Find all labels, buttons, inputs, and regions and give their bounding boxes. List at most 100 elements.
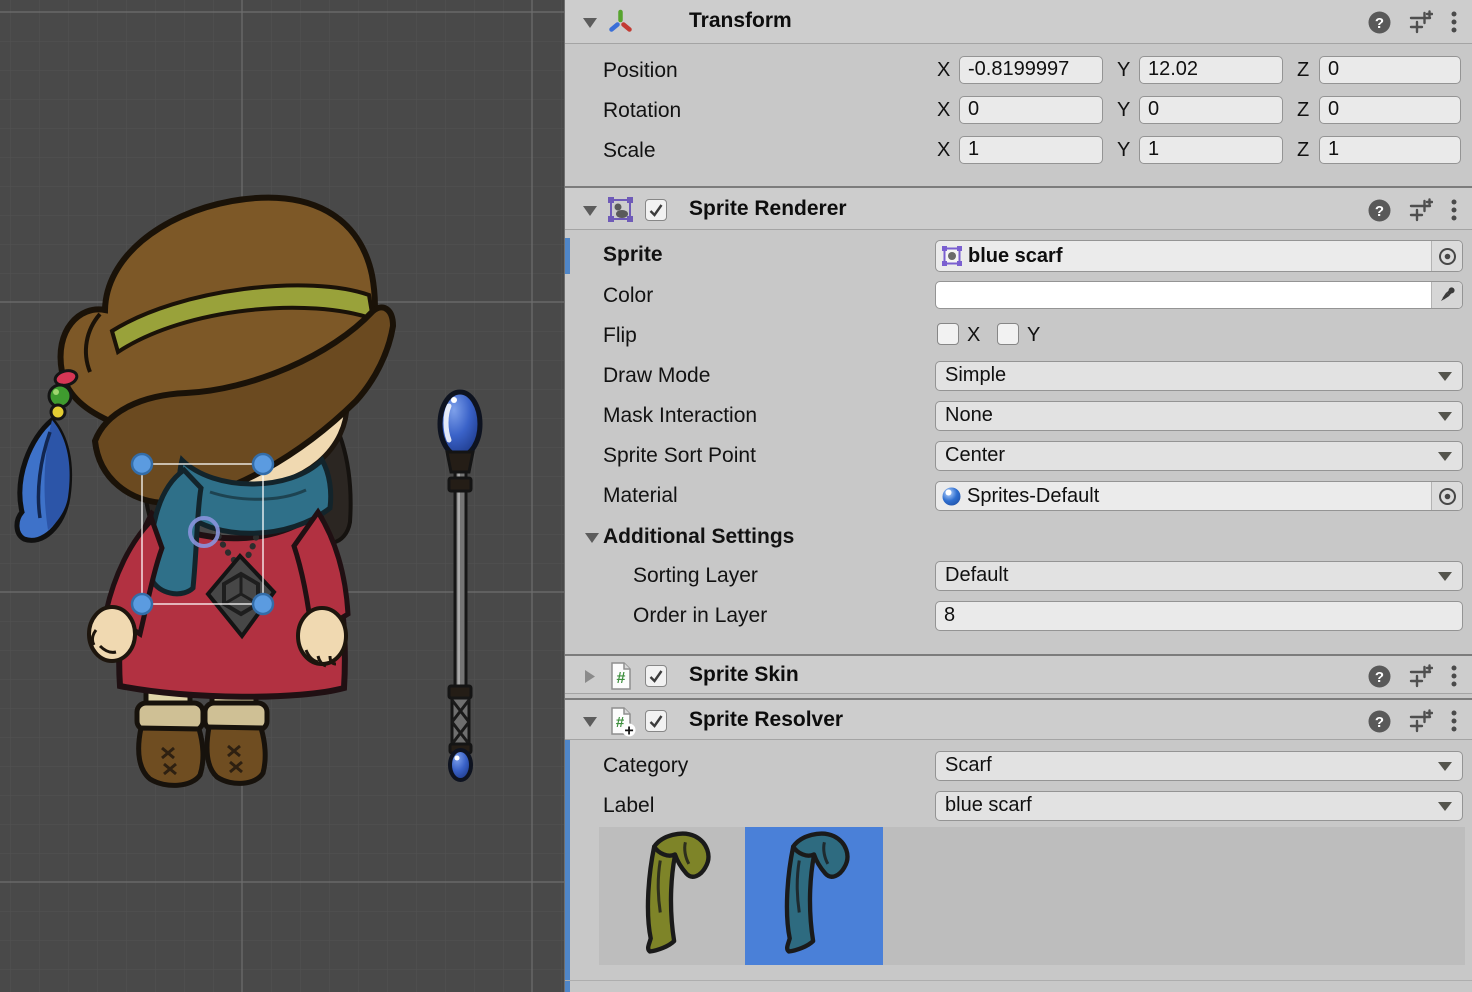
sprite-sort-point-dropdown[interactable]: Center	[935, 441, 1463, 471]
sprite-object-field[interactable]: blue scarf	[935, 240, 1463, 272]
sprite-skin-header[interactable]: # Sprite Skin ?	[565, 654, 1472, 694]
selection-handle-top-left[interactable]	[132, 454, 152, 474]
axis-x-label: X	[937, 136, 950, 164]
foldout-open-icon[interactable]	[582, 204, 598, 217]
label-dropdown[interactable]: blue scarf	[935, 791, 1463, 821]
label-label: Label	[603, 791, 654, 821]
mask-interaction-dropdown[interactable]: None	[935, 401, 1463, 431]
chevron-down-icon	[1438, 412, 1452, 421]
svg-text:?: ?	[1375, 669, 1384, 686]
position-row: Position X -0.8199997 Y 12.02 Z 0	[565, 56, 1472, 84]
transform-title: Transform	[689, 9, 792, 33]
sprite-skin-enabled-checkbox[interactable]	[645, 665, 667, 687]
sprite-resolver-enabled-checkbox[interactable]	[645, 710, 667, 732]
sprite-label: Sprite	[603, 240, 663, 270]
foldout-open-icon[interactable]	[584, 531, 600, 544]
sprite-variant-green-scarf[interactable]	[611, 829, 739, 963]
material-value: Sprites-Default	[967, 485, 1099, 508]
transform-header[interactable]: Transform ?	[565, 0, 1472, 44]
additional-settings-label: Additional Settings	[603, 524, 794, 550]
blue-scarf-thumbnail	[764, 831, 864, 961]
selection-handle-top-right[interactable]	[253, 454, 273, 474]
sprite-row: Sprite blue scarf	[565, 240, 1472, 272]
unity-editor-window: Transform ? Position X -0.8199997 Y 12.0…	[0, 0, 1472, 992]
rotation-z-field[interactable]: 0	[1319, 96, 1461, 124]
sprite-renderer-title: Sprite Renderer	[689, 197, 847, 221]
help-icon[interactable]: ?	[1367, 198, 1392, 223]
sprite-resolver-header[interactable]: # + Sprite Resolver ?	[565, 698, 1472, 740]
override-indicator-bar	[565, 698, 570, 992]
presets-icon[interactable]	[1409, 664, 1433, 688]
category-dropdown[interactable]: Scarf	[935, 751, 1463, 781]
flip-x-label: X	[967, 321, 980, 349]
sprite-skin-title: Sprite Skin	[689, 663, 799, 687]
material-object-field[interactable]: Sprites-Default	[935, 481, 1463, 511]
scale-label: Scale	[603, 136, 656, 166]
scale-x-field[interactable]: 1	[959, 136, 1103, 164]
presets-icon[interactable]	[1409, 709, 1433, 733]
component-end-divider	[565, 980, 1472, 981]
draw-mode-dropdown[interactable]: Simple	[935, 361, 1463, 391]
object-picker-button[interactable]	[1431, 482, 1462, 510]
scene-canvas	[0, 0, 564, 992]
draw-mode-row: Draw Mode Simple	[565, 361, 1472, 391]
flip-x-checkbox[interactable]	[937, 323, 959, 345]
object-picker-button[interactable]	[1431, 241, 1462, 271]
sprite-renderer-header[interactable]: Sprite Renderer ?	[565, 186, 1472, 230]
foldout-closed-icon[interactable]	[584, 669, 596, 684]
color-swatch[interactable]	[935, 281, 1463, 309]
color-row: Color	[565, 281, 1472, 309]
help-icon[interactable]: ?	[1367, 664, 1392, 689]
position-z-field[interactable]: 0	[1319, 56, 1461, 84]
check-icon	[648, 668, 664, 684]
position-x-field[interactable]: -0.8199997	[959, 56, 1103, 84]
svg-text:+: +	[624, 723, 633, 738]
axis-y-label: Y	[1117, 56, 1130, 84]
position-label: Position	[603, 56, 678, 86]
rotation-x-field[interactable]: 0	[959, 96, 1103, 124]
flip-y-checkbox[interactable]	[997, 323, 1019, 345]
category-label: Category	[603, 751, 688, 781]
object-picker-icon	[1437, 486, 1458, 507]
color-label: Color	[603, 281, 653, 311]
mask-interaction-row: Mask Interaction None	[565, 401, 1472, 431]
help-icon[interactable]: ?	[1367, 10, 1392, 35]
axis-x-label: X	[937, 56, 950, 84]
foldout-open-icon[interactable]	[582, 16, 598, 29]
presets-icon[interactable]	[1409, 198, 1433, 222]
sprite-sort-point-label: Sprite Sort Point	[603, 441, 756, 471]
sprite-resolver-title: Sprite Resolver	[689, 708, 843, 732]
rotation-y-field[interactable]: 0	[1139, 96, 1283, 124]
chevron-down-icon	[1438, 452, 1452, 461]
sprite-variant-blue-scarf-selected[interactable]	[745, 827, 883, 965]
selection-handle-bottom-left[interactable]	[132, 594, 152, 614]
kebab-menu-icon[interactable]	[1450, 708, 1458, 734]
scale-z-field[interactable]: 1	[1319, 136, 1461, 164]
sorting-layer-dropdown[interactable]: Default	[935, 561, 1463, 591]
help-icon[interactable]: ?	[1367, 709, 1392, 734]
kebab-menu-icon[interactable]	[1450, 663, 1458, 689]
order-in-layer-field[interactable]: 8	[935, 601, 1463, 631]
scene-view[interactable]	[0, 0, 564, 992]
sprite-renderer-enabled-checkbox[interactable]	[645, 199, 667, 221]
sprite-sort-point-row: Sprite Sort Point Center	[565, 441, 1472, 471]
scale-y-field[interactable]: 1	[1139, 136, 1283, 164]
selection-handle-bottom-right[interactable]	[253, 594, 273, 614]
foldout-open-icon[interactable]	[582, 715, 598, 728]
axis-z-label: Z	[1297, 136, 1309, 164]
presets-icon[interactable]	[1409, 10, 1433, 34]
kebab-menu-icon[interactable]	[1450, 197, 1458, 223]
material-label: Material	[603, 481, 678, 511]
object-picker-icon	[1437, 246, 1458, 267]
rotation-row: Rotation X 0 Y 0 Z 0	[565, 96, 1472, 124]
chevron-down-icon	[1438, 802, 1452, 811]
mask-interaction-value: None	[945, 404, 993, 426]
additional-settings-row[interactable]: Additional Settings	[565, 524, 1472, 550]
label-value: blue scarf	[945, 794, 1032, 816]
kebab-menu-icon[interactable]	[1450, 9, 1458, 35]
category-row: Category Scarf	[565, 751, 1472, 781]
chevron-down-icon	[1438, 372, 1452, 381]
position-y-field[interactable]: 12.02	[1139, 56, 1283, 84]
flip-row: Flip X Y	[565, 321, 1472, 347]
eyedropper-button[interactable]	[1431, 282, 1462, 308]
